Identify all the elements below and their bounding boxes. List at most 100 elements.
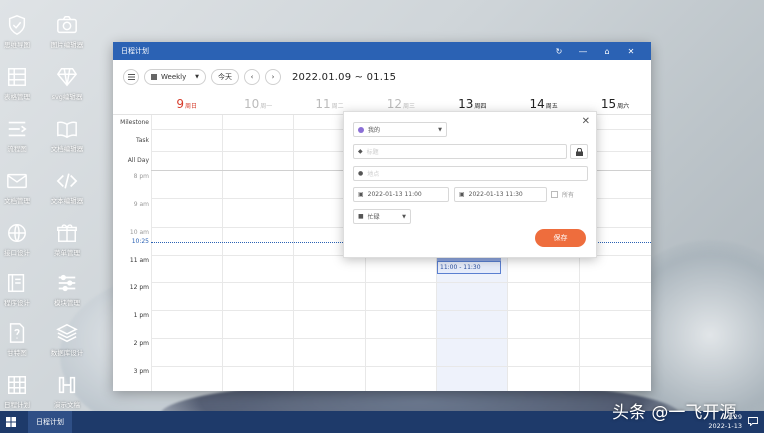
shield-check-icon (8, 15, 26, 35)
location-input[interactable]: ● 地点 (353, 166, 588, 181)
close-window-button[interactable]: ✕ (619, 47, 643, 56)
day-number: 15 (600, 97, 617, 111)
desktop-icon-label: 文档管理 (4, 197, 30, 205)
chevron-down-icon: ▼ (195, 74, 199, 80)
milestone-row-label: Milestone (120, 119, 149, 126)
desktop-icon-label: 数据库设计 (50, 349, 84, 357)
notification-icon[interactable] (748, 417, 758, 426)
day-number: 9 (176, 97, 184, 111)
time-label: 2 pm (133, 340, 149, 347)
allday-row-label: All Day (127, 157, 149, 164)
today-button[interactable]: 今天 (211, 69, 239, 85)
minimize-button[interactable]: ― (571, 47, 595, 56)
prev-button[interactable]: ‹ (244, 69, 260, 85)
view-select[interactable]: Weekly ▼ (144, 69, 206, 85)
calendar-icon: ▣ (358, 191, 364, 198)
desktop-icon-api-design[interactable]: 接口设计 (0, 222, 39, 257)
desktop-icon-program-design[interactable]: 程序设计 (0, 272, 39, 307)
close-icon[interactable]: ✕ (582, 116, 590, 127)
desktop-icon-svg-editor[interactable]: svg编辑器 (45, 66, 89, 101)
day-header[interactable]: 9周日 (151, 97, 222, 114)
desktop-icon-table[interactable]: 表格管理 (0, 66, 39, 101)
weekday-label: 周一 (260, 103, 273, 110)
end-datetime-input[interactable]: ▣ 2022-01-13 11:30 (454, 187, 547, 202)
calendar-event[interactable]: 11:00 - 11:30 (437, 261, 501, 274)
question-doc-icon (9, 323, 25, 343)
desktop-icon-label: 文档编辑器 (50, 145, 84, 153)
refresh-icon[interactable]: ↻ (547, 47, 571, 56)
desktop-icon-menu-manager[interactable]: 菜单管理 (45, 222, 89, 257)
date-range-label: 2022.01.09 ~ 01.15 (292, 71, 397, 83)
hamburger-icon (127, 74, 135, 80)
desktop-icon-module-manager[interactable]: 模块管理 (45, 272, 89, 307)
calendar-select[interactable]: 我的 ▼ (353, 122, 447, 137)
desktop-icon-presentation[interactable]: 演示文稿 (45, 374, 89, 409)
sliders-icon (58, 274, 76, 292)
spreadsheet-icon (8, 68, 26, 86)
chevron-left-icon: ‹ (250, 73, 254, 81)
location-pin-icon: ● (358, 170, 364, 177)
desktop-icon-label: 演示文稿 (54, 401, 80, 409)
briefcase-icon: ■ (358, 213, 364, 220)
weekday-label: 周日 (185, 103, 198, 110)
current-time-label: 10:25 (131, 238, 149, 245)
start-datetime-input[interactable]: ▣ 2022-01-13 11:00 (353, 187, 449, 202)
window-title: 日程计划 (121, 47, 149, 55)
pin-icon[interactable]: ⌂ (595, 47, 619, 56)
day-number: 12 (386, 97, 402, 111)
calendar-icon: ▣ (459, 191, 465, 198)
title-placeholder: 标题 (366, 149, 379, 156)
desktop-icon-label: 思维导图 (4, 41, 30, 49)
desktop-icon-label: svg编辑器 (51, 93, 83, 101)
state-select[interactable]: ■ 忙碌 ▼ (353, 209, 411, 224)
start-datetime-value: 2022-01-13 11:00 (367, 191, 422, 198)
taskbar-item-schedule[interactable]: 日程计划 (28, 411, 72, 433)
globe-icon (8, 224, 26, 242)
desktop-icon-label: 模块管理 (54, 299, 80, 307)
desktop-icon-text-editor[interactable]: 文本编辑器 (45, 170, 89, 205)
desktop-icon-database-design[interactable]: 数据库设计 (45, 322, 89, 357)
desktop-icon-flowchart[interactable]: 流程图 (0, 118, 39, 153)
calendar-color-dot (358, 126, 364, 133)
chevron-right-icon: › (271, 73, 275, 81)
book-page-icon (8, 274, 25, 292)
diamond-icon (56, 68, 78, 87)
watermark-text: 头条 @一飞开源 (612, 403, 737, 423)
menu-button[interactable] (123, 69, 139, 85)
time-label: 9 am (133, 201, 149, 208)
desktop-icon-doc-editor[interactable]: 文档编辑器 (45, 118, 89, 153)
time-label: 10 am (129, 229, 149, 236)
calendar-small-icon (151, 74, 157, 80)
time-label: 11 am (129, 257, 149, 264)
desktop-icon-label: 程序设计 (4, 299, 30, 307)
desktop-icon-doc-manager[interactable]: 文档管理 (0, 170, 39, 205)
day-number: 14 (529, 97, 545, 111)
calendar-toolbar: Weekly ▼ 今天 ‹ › 2022.01.09 ~ 01.15 (113, 60, 651, 94)
next-button[interactable]: › (265, 69, 281, 85)
chevron-down-icon: ▼ (402, 213, 406, 220)
desktop-icon-label: 菜单管理 (54, 249, 80, 257)
day-header[interactable]: 10周一 (222, 97, 293, 114)
code-brackets-icon (56, 173, 78, 189)
time-label: 1 pm (133, 312, 149, 319)
start-button[interactable] (0, 411, 22, 433)
day-number: 11 (315, 97, 331, 111)
time-label: 12 pm (129, 284, 149, 291)
desktop-icon-gantt[interactable]: 甘特图 (0, 322, 39, 357)
weekday-label: 周五 (545, 103, 558, 110)
event-popup: ✕ 我的 ▼ ◆ 标题 ● 地点 ▣ 2022-01-13 11:00 ▣ 20… (343, 111, 597, 258)
save-button[interactable]: 保存 (535, 229, 586, 247)
desktop-icon-mindmap[interactable]: 思维导图 (0, 14, 39, 49)
day-number: 10 (243, 97, 260, 111)
desktop-icon-schedule[interactable]: 日程计划 (0, 374, 39, 409)
chevron-down-icon: ▼ (438, 126, 442, 133)
location-placeholder: 地点 (367, 171, 380, 178)
title-input[interactable]: ◆ 标题 (353, 144, 567, 159)
allday-checkbox[interactable] (551, 191, 558, 198)
private-toggle[interactable] (570, 144, 588, 159)
desktop-icon-image-editor[interactable]: 图片编辑器 (45, 14, 89, 49)
time-label: 3 pm (133, 368, 149, 375)
weekday-label: 周四 (474, 103, 487, 110)
window-titlebar[interactable]: 日程计划 ↻ ― ⌂ ✕ (113, 42, 651, 60)
calendar-select-value: 我的 (368, 127, 381, 134)
